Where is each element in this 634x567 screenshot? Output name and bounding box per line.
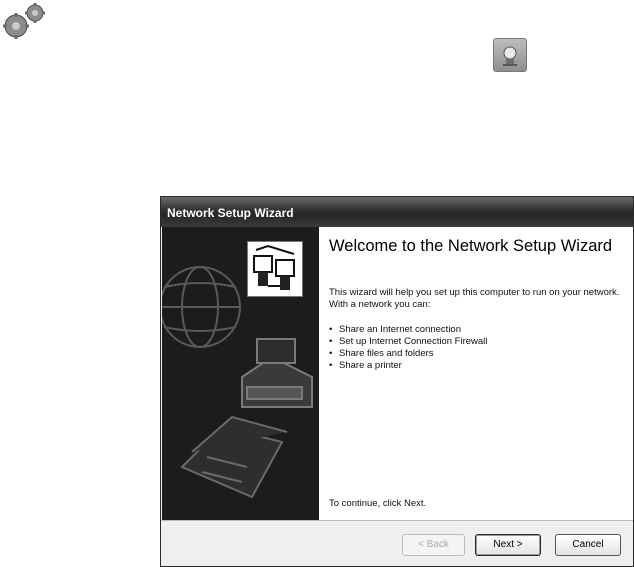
wizard-side-graphic (162, 227, 319, 520)
gears-icon[interactable] (0, 0, 48, 42)
network-wizard-icon[interactable] (493, 38, 527, 72)
wizard-intro-text: This wizard will help you set up this co… (329, 287, 620, 310)
next-button[interactable]: Next > (475, 534, 541, 556)
wizard-heading: Welcome to the Network Setup Wizard (329, 237, 613, 255)
back-button[interactable]: < Back (402, 534, 465, 556)
cancel-button[interactable]: Cancel (555, 534, 621, 556)
list-item: Share files and folders (329, 348, 487, 360)
feature-list: Share an Internet connection Set up Inte… (329, 324, 487, 372)
list-item: Share an Internet connection (329, 324, 487, 336)
dialog-title-bar[interactable]: Network Setup Wizard (161, 197, 633, 227)
network-computers-icon (247, 241, 303, 297)
list-item: Set up Internet Connection Firewall (329, 336, 487, 348)
continue-instruction: To continue, click Next. (329, 498, 427, 509)
list-item: Share a printer (329, 360, 487, 372)
wizard-content-panel: Welcome to the Network Setup Wizard This… (319, 227, 633, 520)
button-area-divider (161, 520, 633, 521)
network-setup-wizard-dialog: Network Setup Wizard Welcome to the Netw… (160, 196, 634, 567)
dialog-title: Network Setup Wizard (167, 206, 294, 220)
